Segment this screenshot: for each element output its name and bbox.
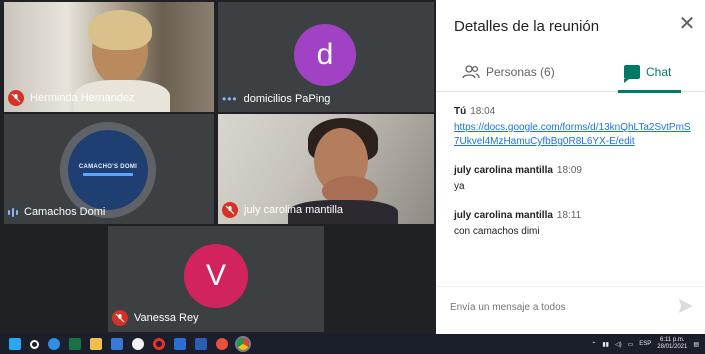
volume-icon[interactable]: ◁) bbox=[615, 341, 622, 348]
search-icon[interactable] bbox=[30, 339, 39, 349]
mic-off-icon bbox=[8, 90, 24, 106]
logo-text: CAMACHO'S DOMI bbox=[78, 164, 138, 170]
avatar: V bbox=[184, 244, 248, 308]
participant-tile[interactable]: Herminda Hernandez bbox=[4, 2, 214, 112]
message-sender: july carolina mantilla bbox=[454, 165, 553, 176]
app-icon[interactable] bbox=[216, 338, 228, 350]
chevron-up-icon[interactable]: ⌃ bbox=[591, 341, 596, 348]
notifications-icon[interactable]: ▤ bbox=[693, 341, 699, 348]
windows-start-icon[interactable] bbox=[9, 338, 21, 350]
message-sender: july carolina mantilla bbox=[454, 210, 553, 221]
chrome-icon[interactable] bbox=[235, 336, 251, 352]
windows-taskbar: ⌃ ▮▮ ◁) ▭ ESP 6:11 p.m. 28/01/2021 ▤ bbox=[0, 334, 705, 354]
participant-tile[interactable]: CAMACHO'S DOMI Camachos Domi bbox=[4, 114, 214, 224]
people-icon bbox=[462, 65, 480, 79]
clock-date: 28/01/2021 bbox=[657, 344, 688, 350]
participant-name: july carolina mantilla bbox=[244, 204, 344, 216]
participant-tile[interactable]: july carolina mantilla bbox=[218, 114, 434, 224]
logo-bar bbox=[83, 173, 133, 176]
participant-name-bar: Vanessa Rey bbox=[112, 310, 199, 326]
send-icon[interactable] bbox=[677, 297, 695, 315]
message-text: con camachos dimi bbox=[454, 226, 540, 237]
tab-chat[interactable]: Chat bbox=[618, 52, 682, 93]
chat-messages: Tú 18:04 https://docs.google.com/forms/d/… bbox=[454, 106, 694, 255]
keyboard-icon[interactable]: ▭ bbox=[628, 341, 634, 348]
participant-tile[interactable]: V Vanessa Rey bbox=[108, 226, 324, 332]
opera-icon[interactable] bbox=[153, 338, 165, 350]
meet-window: Herminda Hernandez d ••• domicilios PaPi… bbox=[0, 0, 705, 354]
participant-name-bar: Camachos Domi bbox=[8, 206, 105, 218]
message-sender: Tú bbox=[454, 106, 467, 117]
system-tray: ⌃ ▮▮ ◁) ▭ ESP 6:11 p.m. 28/01/2021 ▤ bbox=[591, 334, 699, 354]
avatar: d bbox=[294, 24, 356, 86]
participant-hair bbox=[88, 10, 152, 50]
tab-active-indicator bbox=[618, 90, 682, 93]
speaking-bars-icon bbox=[8, 207, 18, 217]
message-link[interactable]: https://docs.google.com/forms/d/13knQhLT… bbox=[454, 122, 691, 147]
tab-people-label: Personas (6) bbox=[486, 65, 555, 79]
message-time: 18:04 bbox=[470, 106, 496, 117]
tab-chat-label: Chat bbox=[646, 65, 672, 79]
message-header: july carolina mantilla 18:09 bbox=[454, 165, 694, 176]
participant-name: Herminda Hernandez bbox=[30, 92, 135, 104]
message-time: 18:11 bbox=[556, 210, 582, 221]
chat-composer bbox=[436, 286, 705, 326]
message-time: 18:09 bbox=[556, 165, 582, 176]
mic-off-icon bbox=[112, 310, 128, 326]
chat-message: july carolina mantilla 18:11 con camachos… bbox=[454, 210, 694, 239]
word-icon[interactable] bbox=[195, 338, 207, 350]
panel-title: Detalles de la reunión bbox=[454, 18, 600, 35]
message-text: ya bbox=[454, 181, 465, 192]
panel-tabs: Personas (6) Chat bbox=[436, 52, 705, 93]
participant-name-bar: Herminda Hernandez bbox=[8, 90, 135, 106]
participant-name-bar: ••• domicilios PaPing bbox=[222, 92, 330, 106]
audio-dots-icon: ••• bbox=[222, 92, 238, 106]
logo-ring: CAMACHO'S DOMI bbox=[60, 122, 156, 218]
photos-icon[interactable] bbox=[174, 338, 186, 350]
chat-input[interactable] bbox=[450, 297, 650, 317]
mic-off-icon bbox=[222, 202, 238, 218]
message-header: Tú 18:04 bbox=[454, 106, 694, 117]
clock[interactable]: 6:11 p.m. 28/01/2021 bbox=[657, 337, 687, 351]
participant-name: domicilios PaPing bbox=[243, 93, 331, 105]
explorer-icon[interactable] bbox=[90, 338, 102, 350]
video-grid: Herminda Hernandez d ••• domicilios PaPi… bbox=[0, 0, 436, 334]
edge-icon[interactable] bbox=[48, 338, 60, 350]
close-icon[interactable]: ✕ bbox=[677, 14, 697, 34]
participant-name: Camachos Domi bbox=[24, 206, 106, 218]
meeting-details-panel: Detalles de la reunión ✕ Personas (6) Ch… bbox=[436, 0, 705, 334]
participant-name-bar: july carolina mantilla bbox=[222, 202, 343, 218]
clock-time: 6:11 p.m. bbox=[660, 337, 685, 343]
network-icon[interactable]: ▮▮ bbox=[602, 341, 609, 348]
chat-message: july carolina mantilla 18:09 ya bbox=[454, 165, 694, 194]
store-icon[interactable] bbox=[111, 338, 123, 350]
participant-tile[interactable]: d ••• domicilios PaPing bbox=[218, 2, 434, 112]
language-indicator[interactable]: ESP bbox=[639, 341, 651, 347]
message-header: july carolina mantilla 18:11 bbox=[454, 210, 694, 221]
participant-name: Vanessa Rey bbox=[134, 312, 199, 324]
tab-people[interactable]: Personas (6) bbox=[462, 52, 555, 92]
paint-icon[interactable] bbox=[132, 338, 144, 350]
camachos-logo: CAMACHO'S DOMI bbox=[68, 130, 148, 210]
chat-message: Tú 18:04 https://docs.google.com/forms/d/… bbox=[454, 106, 694, 149]
excel-icon[interactable] bbox=[69, 338, 81, 350]
chat-icon bbox=[624, 65, 640, 83]
